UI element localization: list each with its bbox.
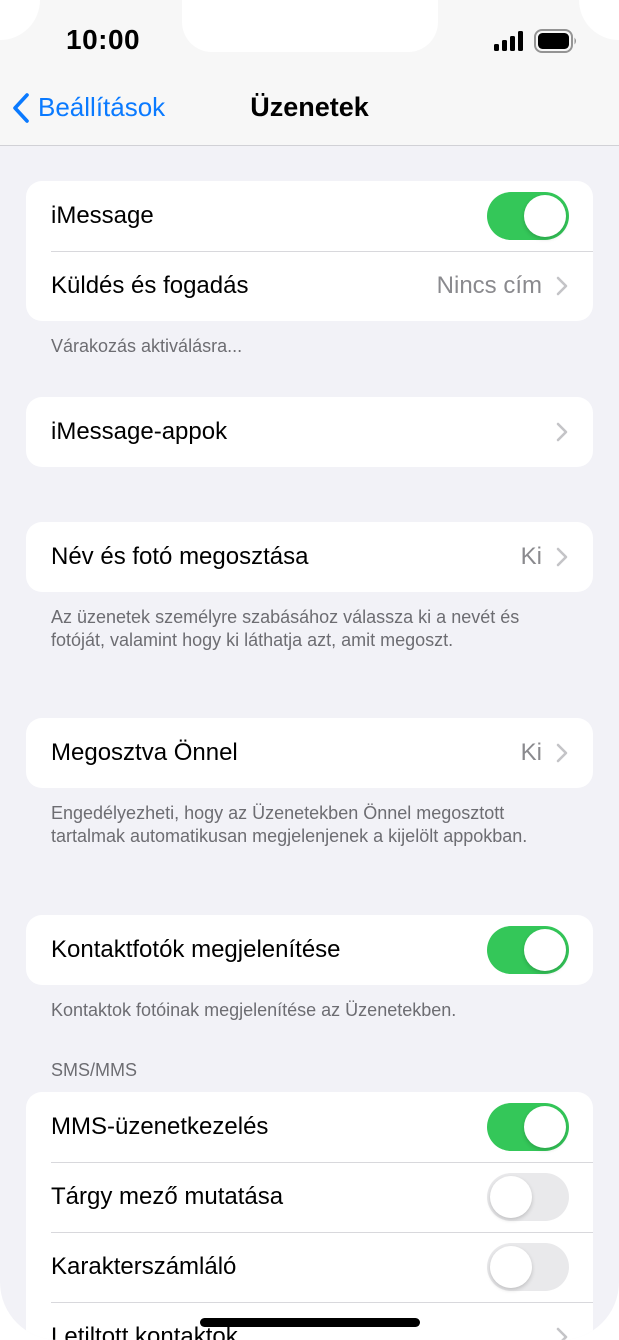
- shared-with-you-footer: Engedélyezheti, hogy az Üzenetekben Önne…: [51, 803, 528, 846]
- show-subject-label: Tárgy mező mutatása: [51, 1183, 284, 1210]
- character-count-row: Karakterszámláló: [26, 1232, 593, 1302]
- send-receive-label: Küldés és fogadás: [51, 272, 249, 299]
- character-count-label: Karakterszámláló: [51, 1253, 237, 1280]
- name-photo-group: Név és fotó megosztása Ki: [26, 522, 593, 592]
- imessage-apps-label: iMessage-appok: [51, 418, 228, 445]
- battery-icon: [534, 29, 576, 53]
- name-photo-value: Ki: [520, 543, 542, 570]
- sms-mms-group: MMS-üzenetkezelés Tárgy mező mutatása Ka…: [26, 1092, 593, 1340]
- page-title: Üzenetek: [250, 92, 369, 122]
- toggle-knob: [524, 929, 566, 971]
- settings-screen: 10:00 Beállítások Üzenetek iMessage Küld…: [0, 0, 619, 1340]
- chevron-right-icon: [556, 743, 568, 763]
- toggle-knob: [524, 195, 566, 237]
- mms-messaging-label: MMS-üzenetkezelés: [51, 1113, 269, 1140]
- chevron-right-icon: [556, 276, 568, 296]
- contact-photos-label: Kontaktfotók megjelenítése: [51, 936, 341, 963]
- send-receive-value: Nincs cím: [436, 272, 542, 299]
- imessage-toggle[interactable]: [487, 192, 569, 240]
- screen-corner: [579, 0, 619, 40]
- shared-with-you-value: Ki: [520, 739, 542, 766]
- notch: [182, 0, 438, 52]
- contact-photos-toggle[interactable]: [487, 926, 569, 974]
- navigation-bar: 10:00 Beállítások Üzenetek: [0, 0, 619, 146]
- character-count-toggle[interactable]: [487, 1243, 569, 1291]
- show-subject-row: Tárgy mező mutatása: [26, 1162, 593, 1232]
- screen-corner: [0, 0, 40, 40]
- mms-messaging-row: MMS-üzenetkezelés: [26, 1092, 593, 1162]
- contact-photos-group: Kontaktfotók megjelenítése: [26, 915, 593, 985]
- shared-with-you-label: Megosztva Önnel: [51, 739, 238, 766]
- shared-with-you-group: Megosztva Önnel Ki: [26, 718, 593, 788]
- contact-photos-footer: Kontaktok fotóinak megjelenítése az Üzen…: [51, 1000, 457, 1020]
- imessage-apps-row[interactable]: iMessage-appok: [26, 397, 593, 467]
- contact-photos-row: Kontaktfotók megjelenítése: [26, 915, 593, 985]
- cellular-signal-icon: [494, 31, 523, 51]
- mms-messaging-toggle[interactable]: [487, 1103, 569, 1151]
- imessage-row: iMessage: [26, 181, 593, 251]
- sms-mms-header: SMS/MMS: [51, 1060, 138, 1080]
- chevron-right-icon: [556, 547, 568, 567]
- chevron-right-icon: [556, 1327, 568, 1340]
- name-photo-footer: Az üzenetek személyre szabásához válassz…: [51, 607, 520, 650]
- toggle-knob: [524, 1106, 566, 1148]
- status-time: 10:00: [66, 24, 141, 55]
- name-photo-row[interactable]: Név és fotó megosztása Ki: [26, 522, 593, 592]
- send-receive-row[interactable]: Küldés és fogadás Nincs cím: [26, 251, 593, 321]
- imessage-apps-group: iMessage-appok: [26, 397, 593, 467]
- activation-status-footer: Várakozás aktiválásra...: [51, 336, 243, 356]
- home-indicator[interactable]: [200, 1318, 420, 1327]
- show-subject-toggle[interactable]: [487, 1173, 569, 1221]
- imessage-label: iMessage: [51, 202, 154, 229]
- shared-with-you-row[interactable]: Megosztva Önnel Ki: [26, 718, 593, 788]
- toggle-knob: [490, 1176, 532, 1218]
- toggle-knob: [490, 1246, 532, 1288]
- name-photo-label: Név és fotó megosztása: [51, 543, 309, 570]
- chevron-right-icon: [556, 422, 568, 442]
- imessage-group: iMessage Küldés és fogadás Nincs cím: [26, 181, 593, 321]
